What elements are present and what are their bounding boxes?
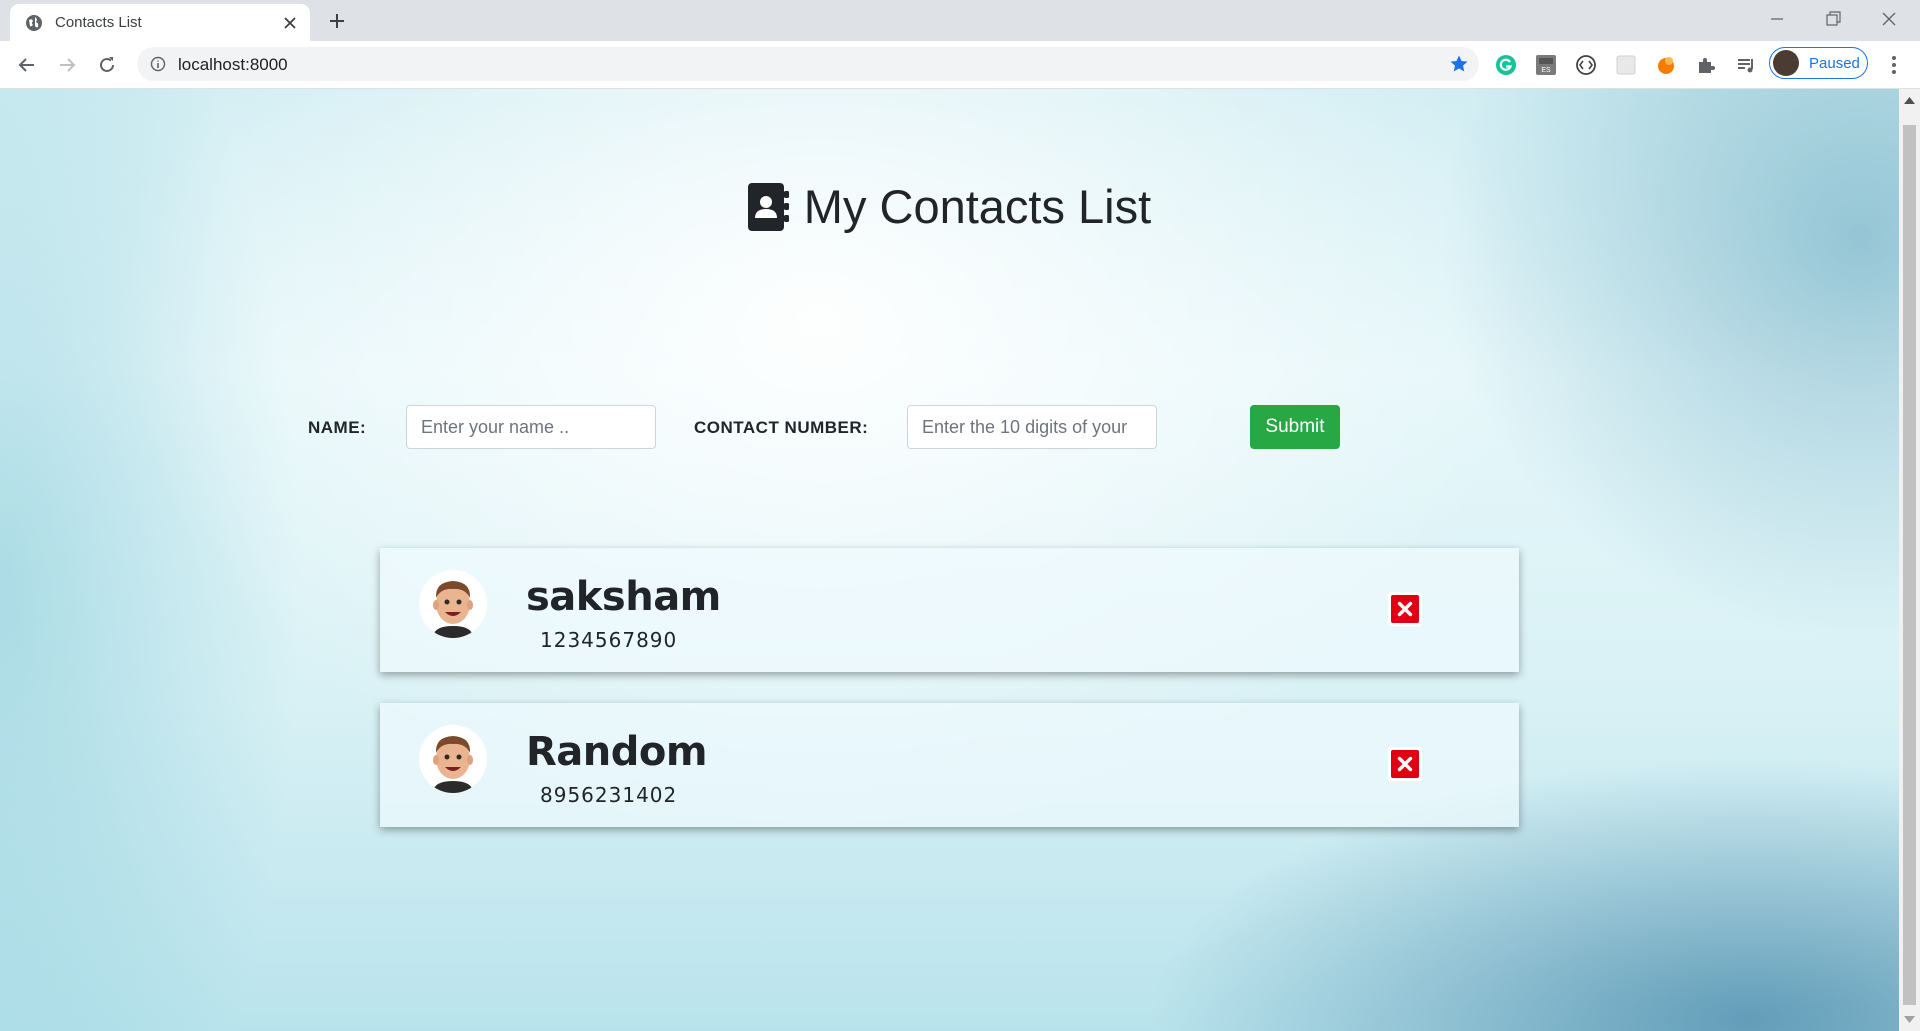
name-input[interactable] (406, 405, 656, 449)
blank-extension-icon[interactable] (1615, 54, 1637, 76)
contact-form: NAME: CONTACT NUMBER: Submit (0, 405, 1899, 449)
close-window-icon[interactable] (1879, 9, 1899, 29)
es-extension-icon[interactable]: ES (1535, 54, 1557, 76)
forward-arrow-icon[interactable] (56, 54, 78, 76)
avatar (419, 570, 487, 638)
svg-text:ES: ES (1541, 67, 1551, 74)
profile-avatar (1773, 50, 1799, 76)
browser-toolbar: localhost:8000 ES Paused (0, 41, 1920, 89)
profile-status: Paused (1809, 54, 1860, 72)
delete-x-icon (1391, 595, 1419, 623)
profile-button[interactable]: Paused (1769, 47, 1868, 79)
contact-phone: 1234567890 (540, 628, 678, 652)
contact-card: saksham 1234567890 (380, 548, 1519, 672)
info-icon[interactable] (150, 56, 166, 72)
scroll-up-arrow-icon[interactable] (1904, 96, 1915, 104)
contact-phone: 8956231402 (540, 783, 678, 807)
name-label: NAME: (308, 418, 367, 437)
page-title: My Contacts List (803, 180, 1152, 233)
close-tab-icon[interactable] (282, 15, 298, 31)
contact-card: Random 8956231402 (380, 703, 1519, 827)
url-text: localhost:8000 (178, 55, 288, 74)
vertical-scrollbar[interactable] (1899, 89, 1920, 1031)
browser-tab[interactable]: Contacts List (10, 4, 310, 41)
scrollbar-thumb[interactable] (1903, 125, 1916, 1005)
address-bar[interactable]: localhost:8000 (137, 47, 1479, 81)
contact-name: Random (526, 729, 708, 775)
minimize-icon[interactable] (1767, 9, 1787, 29)
more-menu-icon[interactable] (1884, 54, 1904, 76)
media-queue-icon[interactable] (1735, 54, 1757, 76)
address-book-icon (747, 182, 789, 231)
cartoon-face-icon (419, 725, 487, 793)
tab-title: Contacts List (55, 14, 142, 31)
contact-number-label: CONTACT NUMBER: (694, 418, 869, 437)
contact-number-input[interactable] (907, 405, 1157, 449)
delete-contact-button[interactable] (1388, 592, 1422, 626)
avatar (419, 725, 487, 793)
restore-icon[interactable] (1823, 9, 1843, 29)
back-arrow-icon[interactable] (16, 54, 38, 76)
reload-icon[interactable] (96, 54, 118, 76)
puzzle-extensions-icon[interactable] (1695, 54, 1717, 76)
delete-x-icon (1391, 750, 1419, 778)
globe-icon (26, 14, 42, 31)
page-heading: My Contacts List (0, 179, 1899, 234)
page-viewport: My Contacts List NAME: CONTACT NUMBER: S… (0, 89, 1899, 1031)
grammarly-icon[interactable] (1495, 54, 1517, 76)
code-extension-icon[interactable] (1575, 54, 1597, 76)
submit-button[interactable]: Submit (1250, 405, 1340, 449)
new-tab-icon[interactable] (327, 11, 347, 31)
browser-tabstrip: Contacts List (0, 0, 1920, 41)
rocket-extension-icon[interactable] (1655, 54, 1677, 76)
scroll-down-arrow-icon[interactable] (1904, 1016, 1915, 1024)
cartoon-face-icon (419, 570, 487, 638)
contact-name: saksham (526, 574, 721, 620)
bookmark-star-icon[interactable] (1449, 54, 1469, 74)
delete-contact-button[interactable] (1388, 747, 1422, 781)
